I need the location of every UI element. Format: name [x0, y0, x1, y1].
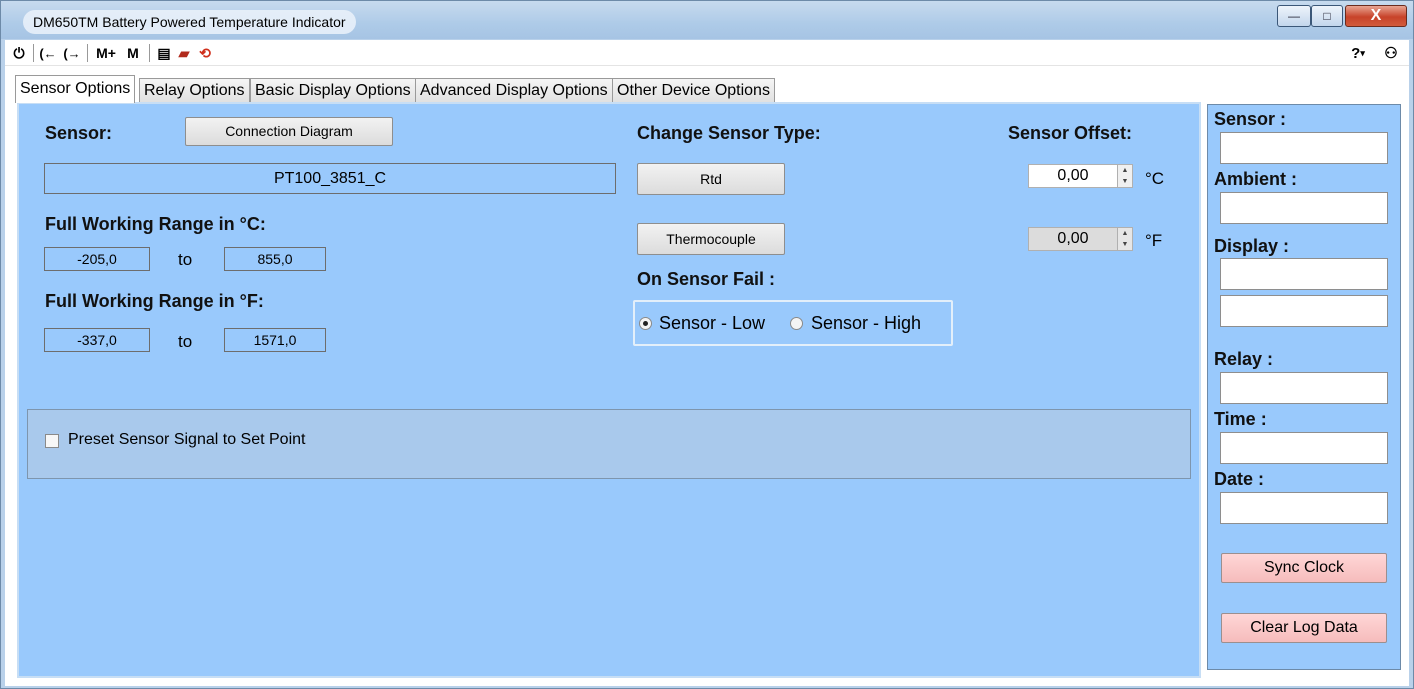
sensor-label: Sensor: — [45, 123, 113, 143]
sensor-offset-label: Sensor Offset: — [1008, 123, 1133, 143]
side-display-label: Display : — [1214, 236, 1290, 256]
side-relay-field — [1220, 372, 1388, 404]
range-c-label: Full Working Range in °C: — [45, 214, 266, 234]
help-glyph: ? — [1351, 44, 1361, 62]
refresh-icon[interactable]: ⟲ — [195, 42, 215, 64]
preset-signal-label[interactable]: Preset Sensor Signal to Set Point — [68, 431, 305, 449]
sensor-high-radio[interactable] — [790, 317, 803, 330]
tab-relay-options[interactable]: Relay Options — [139, 78, 250, 102]
tab-basic-display-options[interactable]: Basic Display Options — [250, 78, 416, 102]
connect-out-icon[interactable]: (→ — [61, 42, 83, 64]
range-f-max: 1571,0 — [224, 328, 326, 352]
range-f-label: Full Working Range in °F: — [45, 291, 264, 311]
sensor-low-radio[interactable] — [639, 317, 652, 330]
tab-other-device-options[interactable]: Other Device Options — [612, 78, 775, 102]
toolbar-separator — [149, 44, 150, 62]
open-folder-icon[interactable]: ▰ — [175, 42, 193, 64]
thermocouple-button[interactable]: Thermocouple — [637, 223, 785, 255]
range-f-min: -337,0 — [44, 328, 150, 352]
maximize-button[interactable]: □ — [1311, 5, 1343, 27]
range-c-max: 855,0 — [224, 247, 326, 271]
connection-diagram-button[interactable]: Connection Diagram — [185, 117, 393, 146]
toolbar: ⏻ (← (→ M+ M ▤ ▰ ⟲ ? ▾ ⚇ — [5, 40, 1409, 66]
side-sensor-label: Sensor : — [1214, 109, 1287, 129]
side-display-field-2 — [1220, 295, 1388, 327]
side-display-field-1 — [1220, 258, 1388, 290]
help-icon[interactable]: ? ▾ — [1345, 42, 1371, 64]
toolbar-separator — [33, 44, 34, 62]
memory-button[interactable]: M — [125, 42, 141, 64]
offset-c-spinner[interactable]: ▲ ▼ — [1117, 164, 1133, 188]
tab-advanced-display-options[interactable]: Advanced Display Options — [415, 78, 613, 102]
tab-sensor-options[interactable]: Sensor Options — [15, 75, 136, 103]
offset-f-spinner: ▲ ▼ — [1117, 227, 1133, 251]
sensor-options-panel: Sensor: Connection Diagram PT100_3851_C … — [17, 102, 1201, 678]
side-date-field — [1220, 492, 1388, 524]
preset-signal-group: Preset Sensor Signal to Set Point — [27, 409, 1191, 479]
app-window: DM650TM Battery Powered Temperature Indi… — [0, 0, 1414, 689]
range-c-to: to — [178, 250, 193, 269]
minimize-button[interactable]: — — [1277, 5, 1311, 27]
sensor-low-label[interactable]: Sensor - Low — [659, 313, 765, 334]
side-relay-label: Relay : — [1214, 349, 1274, 369]
sensor-fail-group: Sensor - Low Sensor - High — [633, 300, 953, 346]
close-button[interactable]: X — [1345, 5, 1407, 27]
clear-log-data-button[interactable]: Clear Log Data — [1221, 613, 1387, 643]
memory-plus-button[interactable]: M+ — [93, 42, 119, 64]
sensor-high-label[interactable]: Sensor - High — [811, 313, 921, 334]
sensor-type-display: PT100_3851_C — [44, 163, 616, 194]
power-icon[interactable]: ⏻ — [9, 42, 29, 64]
side-date-label: Date : — [1214, 469, 1265, 489]
user-icon[interactable]: ⚇ — [1379, 42, 1403, 64]
side-ambient-label: Ambient : — [1214, 169, 1297, 189]
rtd-button[interactable]: Rtd — [637, 163, 785, 195]
side-ambient-field — [1220, 192, 1388, 224]
change-sensor-type-label: Change Sensor Type: — [637, 123, 821, 143]
offset-c-unit: °C — [1145, 169, 1165, 188]
save-icon[interactable]: ▤ — [155, 42, 173, 64]
offset-f-unit: °F — [1145, 231, 1163, 250]
connect-in-icon[interactable]: (← — [37, 42, 59, 64]
preset-signal-checkbox[interactable] — [45, 434, 59, 448]
toolbar-separator — [87, 44, 88, 62]
dropdown-arrow-icon: ▾ — [1360, 47, 1365, 58]
range-c-min: -205,0 — [44, 247, 150, 271]
on-sensor-fail-label: On Sensor Fail : — [637, 269, 776, 289]
side-time-label: Time : — [1214, 409, 1267, 429]
side-time-field — [1220, 432, 1388, 464]
side-sensor-field — [1220, 132, 1388, 164]
offset-f-input: 0,00 — [1028, 227, 1118, 251]
sync-clock-button[interactable]: Sync Clock — [1221, 553, 1387, 583]
range-f-to: to — [178, 332, 193, 351]
offset-c-input[interactable]: 0,00 — [1028, 164, 1118, 188]
window-title: DM650TM Battery Powered Temperature Indi… — [23, 10, 356, 34]
client-area: Sensor Options Relay Options Basic Displ… — [5, 66, 1409, 686]
title-bar: DM650TM Battery Powered Temperature Indi… — [1, 1, 1413, 39]
status-side-panel: Sensor : Ambient : Display : Relay : Tim… — [1207, 104, 1401, 670]
